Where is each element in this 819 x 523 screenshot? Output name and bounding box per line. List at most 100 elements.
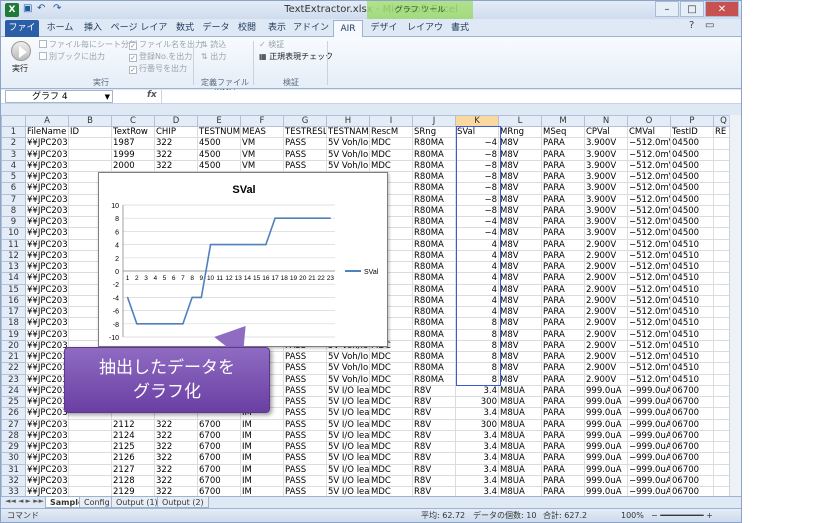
cell[interactable]: ¥¥JPC203:5 bbox=[25, 260, 69, 274]
cell[interactable]: −512.0mV bbox=[627, 260, 671, 274]
cell[interactable]: TextRow bbox=[111, 125, 155, 139]
cell[interactable]: −512.0mV bbox=[627, 249, 671, 263]
cell[interactable]: R80MA bbox=[412, 294, 456, 308]
cell[interactable]: −999.0uA bbox=[627, 418, 671, 431]
cell[interactable]: 04510 bbox=[670, 272, 714, 285]
column-header[interactable]: L bbox=[498, 115, 542, 127]
option-output-filename[interactable]: ✓ ファイル名を出力 bbox=[129, 39, 203, 50]
cell[interactable]: 4500 bbox=[197, 159, 241, 173]
cell[interactable]: PARA bbox=[541, 238, 585, 251]
cell[interactable]: 04500 bbox=[670, 148, 714, 161]
cell[interactable]: PARA bbox=[541, 339, 585, 353]
sheet-nav-icon[interactable]: ◄◄ ◄ ► ►► bbox=[5, 497, 44, 505]
column-header[interactable]: H bbox=[326, 115, 370, 127]
column-header[interactable]: N bbox=[584, 115, 628, 127]
cell[interactable]: 322 bbox=[154, 137, 198, 150]
cell[interactable]: 322 bbox=[154, 474, 198, 488]
row-header[interactable]: 18 bbox=[1, 317, 26, 330]
cell[interactable]: −999.0uA bbox=[627, 407, 671, 420]
cell[interactable]: −512.0mV bbox=[627, 362, 671, 375]
cell[interactable]: MDC bbox=[369, 137, 413, 150]
cell[interactable]: 04500 bbox=[670, 137, 714, 150]
cell[interactable]: PARA bbox=[541, 294, 585, 308]
row-header[interactable]: 27 bbox=[1, 418, 26, 431]
cell[interactable]: TESTNUM bbox=[197, 125, 241, 139]
cell[interactable]: CHIP bbox=[154, 125, 198, 139]
cell[interactable]: ¥¥JPC203:5 bbox=[25, 362, 69, 375]
option-output-regno[interactable]: ✓ 登録No.を出力 bbox=[129, 51, 192, 62]
cell[interactable]: R80MA bbox=[412, 283, 456, 296]
cell[interactable]: −8 bbox=[455, 170, 499, 184]
cell[interactable]: ¥¥JPC203:5 bbox=[25, 384, 69, 398]
cell[interactable]: 5V Voh/Iol bbox=[326, 362, 370, 375]
cell[interactable]: R80MA bbox=[412, 193, 456, 206]
cell[interactable]: 2.900V bbox=[584, 238, 628, 251]
row-header[interactable]: 23 bbox=[1, 373, 26, 386]
cell[interactable]: PASS bbox=[283, 440, 327, 454]
cell[interactable]: MDC bbox=[369, 148, 413, 161]
cell[interactable]: ¥¥JPC203:5 bbox=[25, 294, 69, 308]
cell[interactable]: MDC bbox=[369, 362, 413, 375]
cell[interactable]: R80MA bbox=[412, 339, 456, 353]
cell[interactable]: PASS bbox=[283, 474, 327, 488]
cell[interactable]: −512.0mV bbox=[627, 159, 671, 173]
cell[interactable]: 06700 bbox=[670, 452, 714, 465]
cell[interactable]: 3.4 bbox=[455, 452, 499, 465]
cell[interactable]: FileName bbox=[25, 125, 69, 139]
cell[interactable]: 06700 bbox=[670, 384, 714, 398]
option-output-rowno[interactable]: ✓ 行番号を出力 bbox=[129, 63, 187, 74]
cell[interactable]: PARA bbox=[541, 474, 585, 488]
cell[interactable]: ¥¥JPC203:5 bbox=[25, 474, 69, 488]
option-separate-book[interactable]: 別ブックに出力 bbox=[39, 51, 105, 62]
cell[interactable]: −512.0mV bbox=[627, 373, 671, 386]
name-box[interactable]: グラフ 4 ▼ bbox=[5, 90, 113, 103]
cell[interactable]: 8 bbox=[455, 317, 499, 330]
help-icon[interactable]: ? bbox=[689, 20, 694, 31]
cell[interactable]: 3.900V bbox=[584, 227, 628, 240]
cell[interactable]: ID bbox=[68, 125, 112, 139]
cell[interactable]: MDC bbox=[369, 474, 413, 488]
cell[interactable]: M8UA bbox=[498, 395, 542, 409]
cell[interactable]: 3.4 bbox=[455, 407, 499, 420]
tab-view[interactable]: 表示 bbox=[263, 20, 291, 37]
cell[interactable]: 5V I/O lea bbox=[326, 395, 370, 409]
regex-check-button[interactable]: ▦ 正規表現チェック bbox=[259, 51, 333, 62]
cell[interactable]: 06700 bbox=[670, 418, 714, 431]
load-button[interactable]: ⇅ 読込 bbox=[201, 39, 226, 50]
tab-addins[interactable]: アドイン bbox=[293, 20, 329, 37]
tab-page-layout[interactable]: ページ レイアウト bbox=[109, 20, 169, 50]
row-header[interactable]: 25 bbox=[1, 395, 26, 409]
cell[interactable]: 2124 bbox=[111, 429, 155, 443]
cell[interactable]: −999.0uA bbox=[627, 429, 671, 443]
cell[interactable]: 04510 bbox=[670, 350, 714, 364]
cell[interactable]: 04500 bbox=[670, 227, 714, 240]
cell[interactable]: R80MA bbox=[412, 238, 456, 251]
cell[interactable]: PASS bbox=[283, 362, 327, 375]
cell[interactable]: 04500 bbox=[670, 204, 714, 218]
cell[interactable]: ¥¥JPC203:5 bbox=[25, 429, 69, 443]
cell[interactable]: −512.0mV bbox=[627, 215, 671, 229]
cell[interactable]: ¥¥JPC203:5 bbox=[25, 148, 69, 161]
cell[interactable]: MDC bbox=[369, 485, 413, 496]
cell[interactable]: 2.900V bbox=[584, 294, 628, 308]
cell[interactable]: 5V I/O lea bbox=[326, 440, 370, 454]
sheet-tab-output2[interactable]: Output (2) bbox=[157, 497, 209, 508]
row-header[interactable]: 24 bbox=[1, 384, 26, 398]
cell[interactable]: 06700 bbox=[670, 463, 714, 476]
cell[interactable]: SRng bbox=[412, 125, 456, 139]
cell[interactable]: 2129 bbox=[111, 485, 155, 496]
cell[interactable]: PASS bbox=[283, 407, 327, 420]
cell[interactable]: R80MA bbox=[412, 272, 456, 285]
cell[interactable]: PARA bbox=[541, 328, 585, 341]
cell[interactable]: 6700 bbox=[197, 452, 241, 465]
cell[interactable]: 5V Voh/Iol bbox=[326, 148, 370, 161]
cell[interactable]: 6700 bbox=[197, 429, 241, 443]
cell[interactable]: MDC bbox=[369, 350, 413, 364]
cell[interactable]: IM bbox=[240, 452, 284, 465]
cell[interactable]: MSeq bbox=[541, 125, 585, 139]
cell[interactable]: M8V bbox=[498, 238, 542, 251]
cell[interactable]: MDC bbox=[369, 452, 413, 465]
cell[interactable]: ¥¥JPC203:5 bbox=[25, 440, 69, 454]
cell[interactable]: PASS bbox=[283, 148, 327, 161]
cell[interactable]: M8V bbox=[498, 305, 542, 319]
